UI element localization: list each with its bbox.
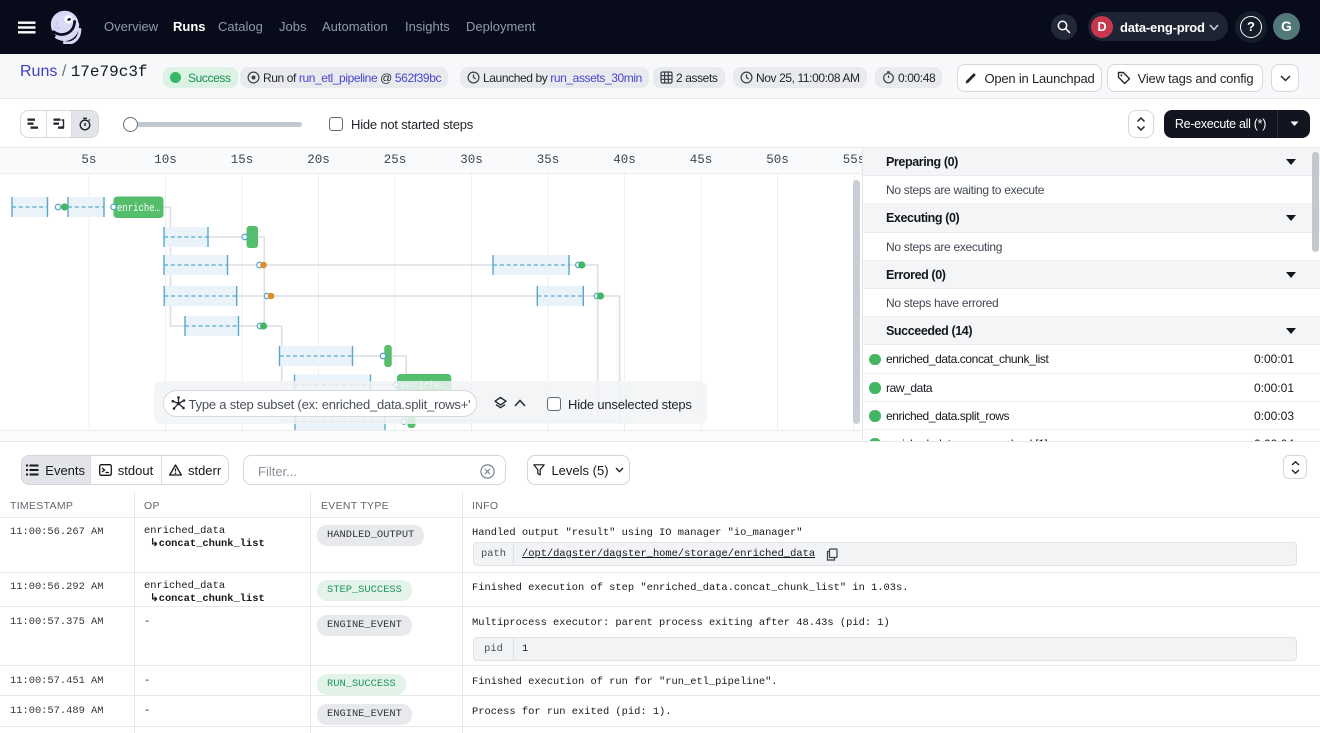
svg-text:enriche…: enriche… — [117, 203, 160, 215]
